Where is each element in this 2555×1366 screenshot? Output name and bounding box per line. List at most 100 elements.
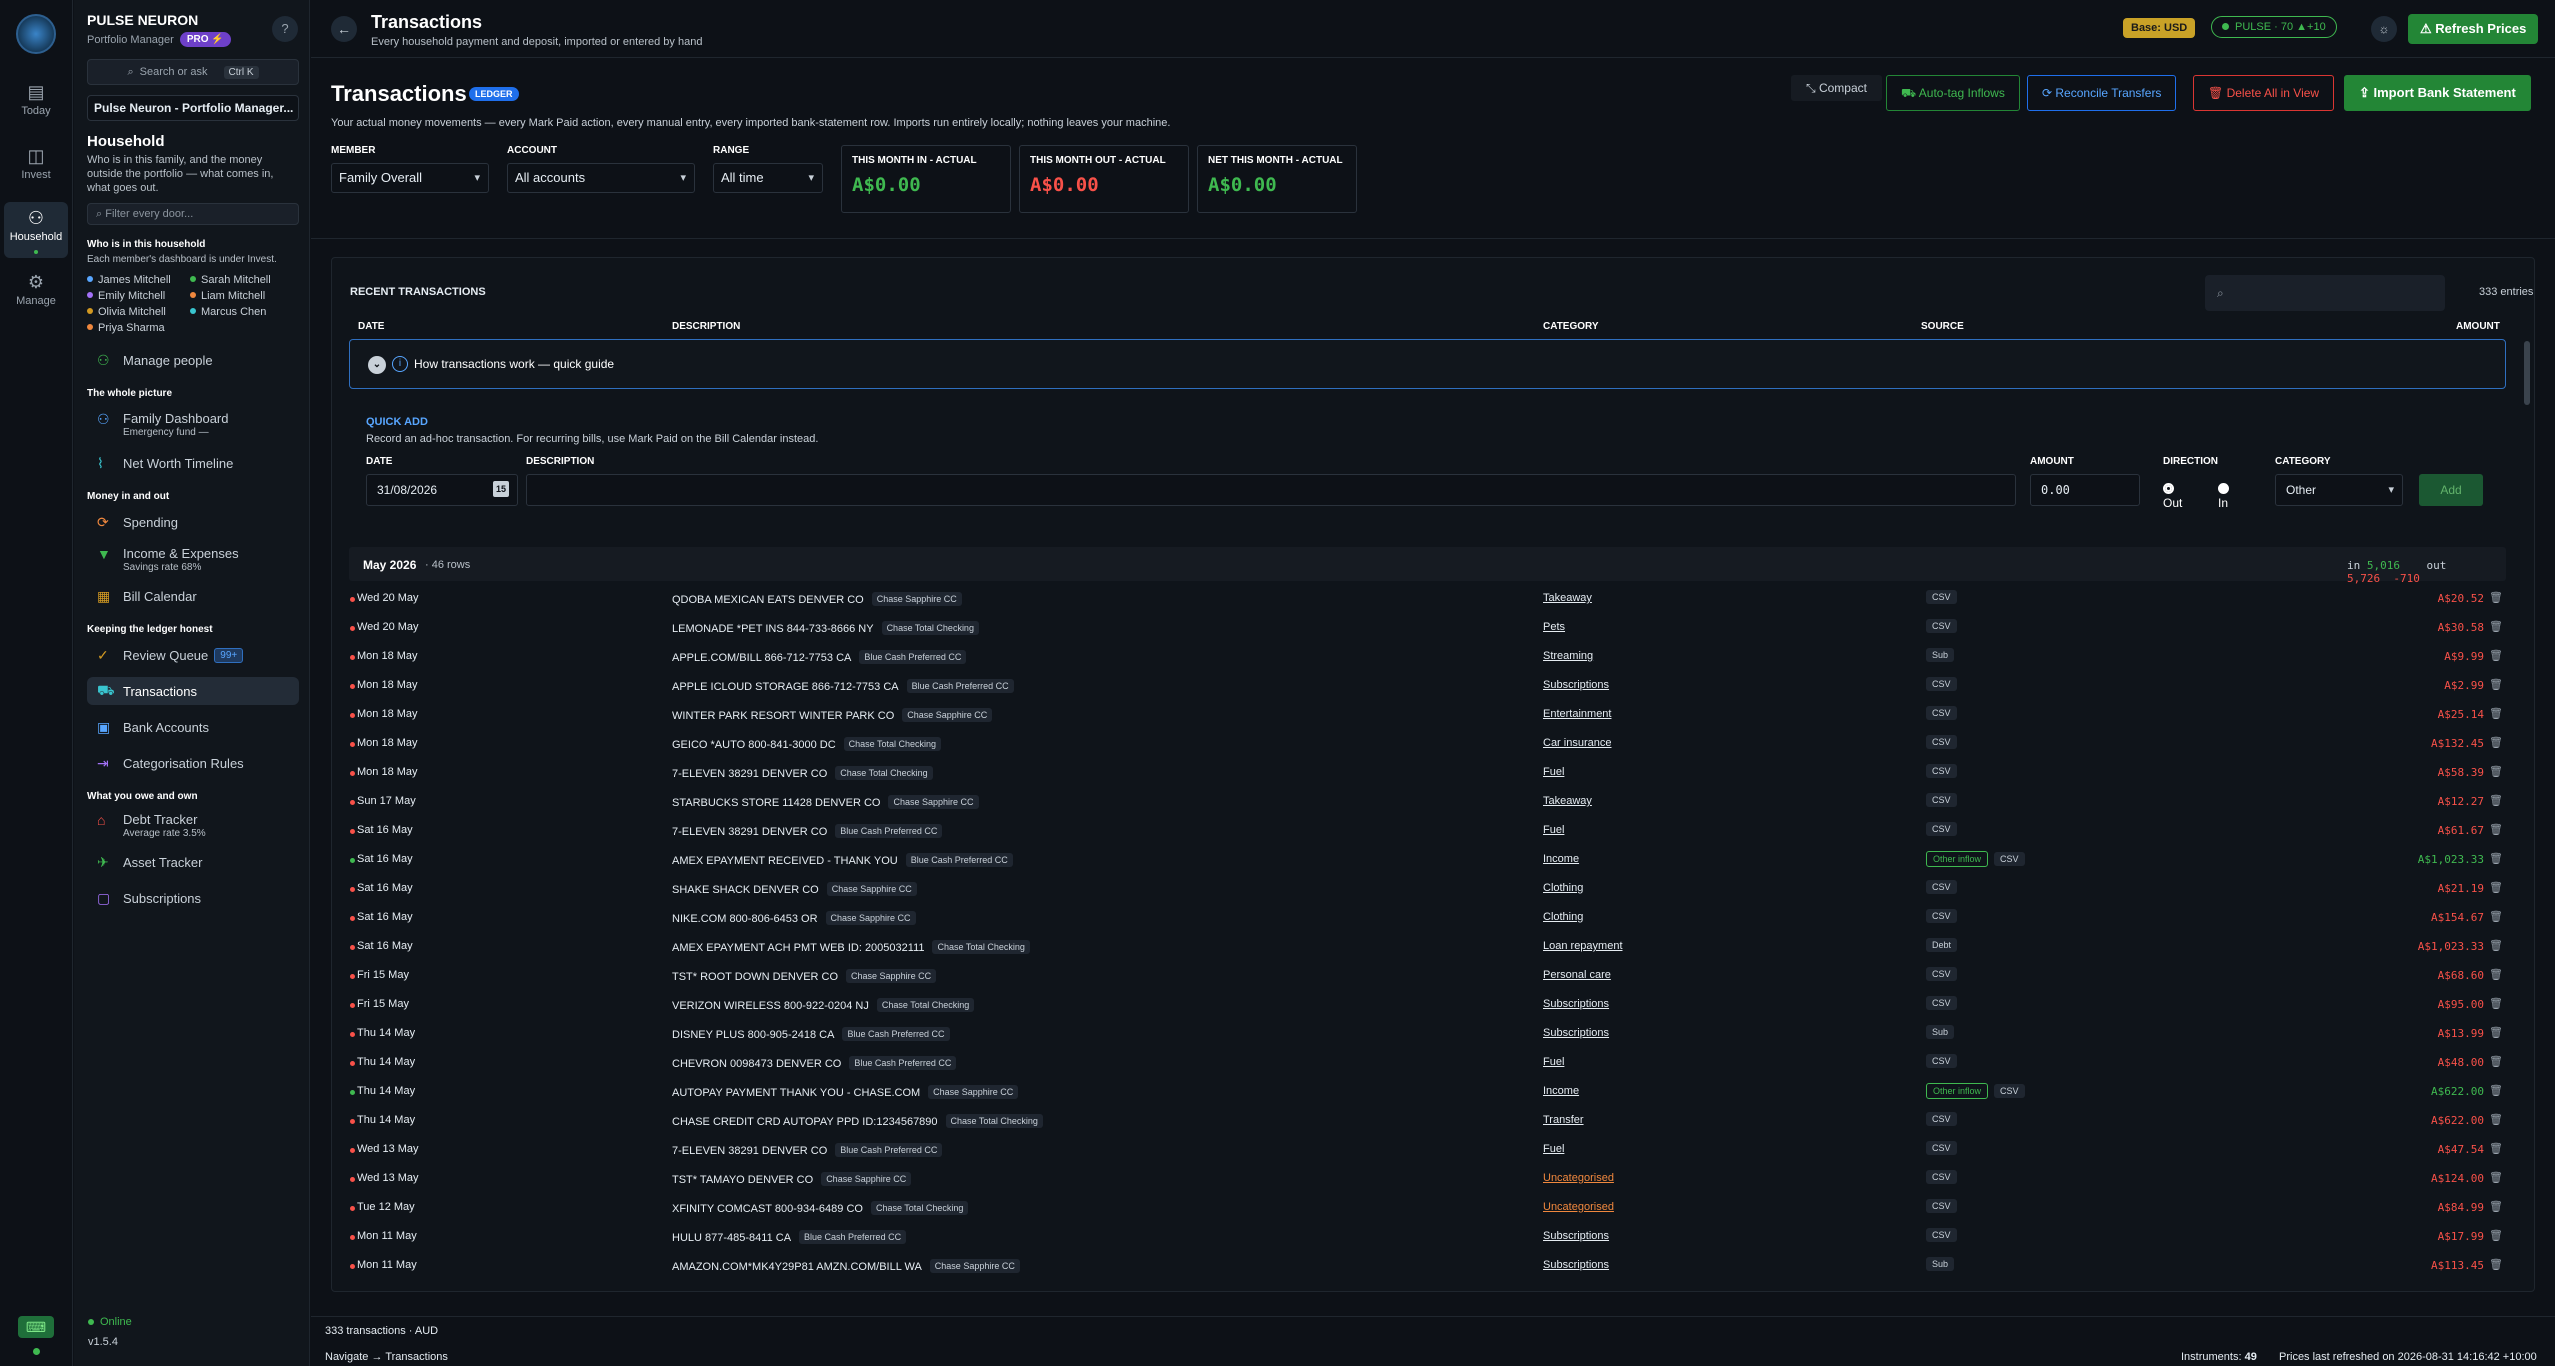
auto-tag-button[interactable]: ⛟ Auto-tag Inflows — [1886, 75, 2020, 111]
add-button[interactable]: Add — [2419, 474, 2483, 506]
search-input[interactable]: ⌕ Search or ask Ctrl K — [87, 59, 299, 85]
quick-guide-toggle[interactable]: ⌄ i How transactions work — quick guide — [349, 339, 2506, 389]
nav-asset-tracker[interactable]: ✈ Asset Tracker — [87, 848, 299, 876]
month-group-header[interactable]: May 2026 · 46 rows in 5,016 out 5,726 -7… — [349, 547, 2506, 585]
description-input[interactable] — [526, 474, 2016, 506]
table-row[interactable]: Mon 18 May GEICO *AUTO 800-841-3000 DC Cha… — [349, 729, 2506, 758]
row-category-link[interactable]: Clothing — [1543, 911, 1583, 923]
person-chip[interactable]: Olivia Mitchell — [87, 306, 190, 318]
rail-household[interactable]: ⚇ Household — [4, 202, 68, 258]
col-description[interactable]: DESCRIPTION — [672, 321, 740, 332]
row-category-link[interactable]: Loan repayment — [1543, 940, 1623, 952]
delete-all-button[interactable]: 🗑 Delete All in View — [2193, 75, 2335, 111]
table-row[interactable]: Wed 20 May LEMONADE *PET INS 844-733-8666… — [349, 613, 2506, 642]
trash-icon[interactable]: 🗑 — [2489, 1055, 2503, 1068]
direction-out-radio[interactable]: Out — [2163, 482, 2182, 510]
trash-icon[interactable]: 🗑 — [2489, 707, 2503, 720]
table-row[interactable]: Mon 18 May WINTER PARK RESORT WINTER PARK… — [349, 700, 2506, 729]
row-category-link[interactable]: Takeaway — [1543, 592, 1592, 604]
rail-today[interactable]: ▤ Today — [4, 76, 68, 132]
person-chip[interactable]: Emily Mitchell — [87, 290, 190, 302]
help-button[interactable]: ? — [272, 16, 298, 42]
table-row[interactable]: Sat 16 May NIKE.COM 800-806-6453 OR Chase … — [349, 903, 2506, 932]
trash-icon[interactable]: 🗑 — [2489, 1200, 2503, 1213]
trash-icon[interactable]: 🗑 — [2489, 1171, 2503, 1184]
row-category-link[interactable]: Income — [1543, 1085, 1579, 1097]
date-input[interactable]: 31/08/2026 15 — [366, 474, 518, 506]
person-chip[interactable]: Sarah Mitchell — [190, 274, 300, 286]
trash-icon[interactable]: 🗑 — [2489, 1229, 2503, 1242]
nav-bill-calendar[interactable]: ▦ Bill Calendar — [87, 582, 299, 610]
row-category-link[interactable]: Streaming — [1543, 650, 1593, 662]
scrollbar[interactable] — [2524, 341, 2530, 405]
nav-bank-accounts[interactable]: ▣ Bank Accounts — [87, 713, 299, 741]
row-category-link[interactable]: Subscriptions — [1543, 679, 1609, 691]
trash-icon[interactable]: 🗑 — [2489, 910, 2503, 923]
table-row[interactable]: Thu 14 May CHASE CREDIT CRD AUTOPAY PPD I… — [349, 1106, 2506, 1135]
table-row[interactable]: Mon 18 May 7-ELEVEN 38291 DENVER CO Chase … — [349, 758, 2506, 787]
trash-icon[interactable]: 🗑 — [2489, 591, 2503, 604]
trash-icon[interactable]: 🗑 — [2489, 881, 2503, 894]
refresh-prices-button[interactable]: ⚠ Refresh Prices — [2408, 14, 2539, 44]
table-row[interactable]: Fri 15 May TST* ROOT DOWN DENVER CO Chase … — [349, 961, 2506, 990]
back-button[interactable]: ← — [331, 16, 357, 42]
import-statement-button[interactable]: ⇪ Import Bank Statement — [2344, 75, 2531, 111]
reconcile-button[interactable]: ⟳ Reconcile Transfers — [2027, 75, 2177, 111]
trash-icon[interactable]: 🗑 — [2489, 1084, 2503, 1097]
nav-categorisation-rules[interactable]: ⇥ Categorisation Rules — [87, 749, 299, 777]
col-date[interactable]: DATE — [358, 321, 384, 332]
rail-manage[interactable]: ⚙ Manage — [4, 266, 68, 322]
table-row[interactable]: Sat 16 May 7-ELEVEN 38291 DENVER CO Blue C… — [349, 816, 2506, 845]
app-logo[interactable] — [16, 14, 56, 54]
category-select[interactable]: Other — [2275, 474, 2403, 506]
nav-subscriptions[interactable]: ▢ Subscriptions — [87, 884, 299, 912]
base-currency-badge[interactable]: Base: USD — [2123, 18, 2196, 38]
row-category-link[interactable]: Subscriptions — [1543, 1259, 1609, 1271]
amount-input[interactable]: 0.00 — [2030, 474, 2140, 506]
table-row[interactable]: Thu 14 May DISNEY PLUS 800-905-2418 CA Blu… — [349, 1019, 2506, 1048]
table-row[interactable]: Sun 17 May STARBUCKS STORE 11428 DENVER C… — [349, 787, 2506, 816]
row-category-link[interactable]: Car insurance — [1543, 737, 1611, 749]
nav-manage-people[interactable]: ⚇ Manage people — [87, 346, 299, 374]
table-row[interactable]: Sat 16 May SHAKE SHACK DENVER CO Chase Sap… — [349, 874, 2506, 903]
table-row[interactable]: Mon 11 May HULU 877-485-8411 CA Blue Cash … — [349, 1222, 2506, 1251]
trash-icon[interactable]: 🗑 — [2489, 1026, 2503, 1039]
nav-income-expenses[interactable]: ▼ Income & Expenses Savings rate 68% — [87, 542, 299, 580]
table-row[interactable]: Tue 12 May XFINITY COMCAST 800-934-6489 C… — [349, 1193, 2506, 1222]
filter-input[interactable]: ⌕ Filter every door... — [87, 203, 299, 225]
table-row[interactable]: Fri 15 May VERIZON WIRELESS 800-922-0204 … — [349, 990, 2506, 1019]
trash-icon[interactable]: 🗑 — [2489, 1113, 2503, 1126]
nav-family-dashboard[interactable]: ⚇ Family Dashboard Emergency fund — — [87, 407, 299, 445]
person-chip[interactable]: Marcus Chen — [190, 306, 300, 318]
col-amount[interactable]: AMOUNT — [2456, 321, 2500, 332]
pulse-score-badge[interactable]: PULSE · 70 ▲+10 — [2211, 16, 2337, 38]
trash-icon[interactable]: 🗑 — [2489, 1142, 2503, 1155]
theme-toggle-icon[interactable]: ☼ — [2371, 16, 2397, 42]
table-row[interactable]: Thu 14 May AUTOPAY PAYMENT THANK YOU - CH… — [349, 1077, 2506, 1106]
trash-icon[interactable]: 🗑 — [2489, 997, 2503, 1010]
row-category-link[interactable]: Pets — [1543, 621, 1565, 633]
nav-transactions[interactable]: ⛟ Transactions — [87, 677, 299, 705]
row-category-link[interactable]: Subscriptions — [1543, 1027, 1609, 1039]
nav-spending[interactable]: ⟳ Spending — [87, 508, 299, 536]
col-source[interactable]: SOURCE — [1921, 321, 1964, 332]
row-category-link[interactable]: Income — [1543, 853, 1579, 865]
row-category-link[interactable]: Fuel — [1543, 1143, 1564, 1155]
rail-invest[interactable]: ◫ Invest — [4, 140, 68, 196]
row-category-link[interactable]: Uncategorised — [1543, 1201, 1614, 1213]
row-category-link[interactable]: Clothing — [1543, 882, 1583, 894]
row-category-link[interactable]: Subscriptions — [1543, 1230, 1609, 1242]
trash-icon[interactable]: 🗑 — [2489, 620, 2503, 633]
table-row[interactable]: Wed 13 May TST* TAMAYO DENVER CO Chase Sap… — [349, 1164, 2506, 1193]
trash-icon[interactable]: 🗑 — [2489, 794, 2503, 807]
calendar-icon[interactable]: 15 — [493, 481, 509, 497]
row-category-link[interactable]: Fuel — [1543, 824, 1564, 836]
member-select[interactable]: Family Overall — [331, 163, 489, 193]
portfolio-select[interactable]: Pulse Neuron - Portfolio Manager... — [87, 95, 299, 121]
table-row[interactable]: Sat 16 May AMEX EPAYMENT RECEIVED - THANK… — [349, 845, 2506, 874]
row-category-link[interactable]: Subscriptions — [1543, 998, 1609, 1010]
compact-button[interactable]: ⤡ Compact — [1791, 75, 1882, 101]
row-category-link[interactable]: Entertainment — [1543, 708, 1611, 720]
trash-icon[interactable]: 🗑 — [2489, 736, 2503, 749]
trash-icon[interactable]: 🗑 — [2489, 823, 2503, 836]
